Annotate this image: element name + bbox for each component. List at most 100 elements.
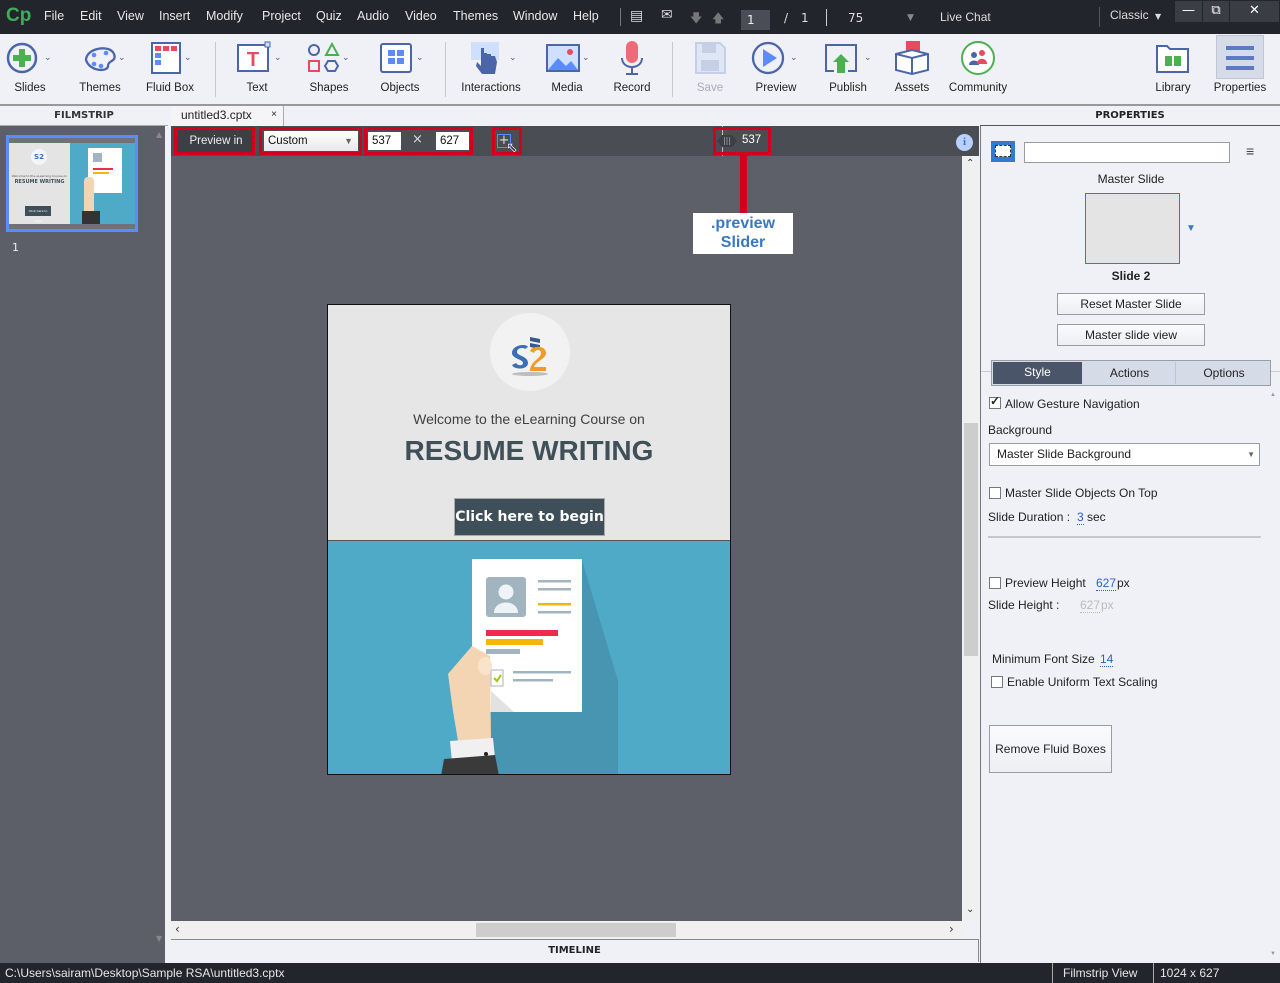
email-icon[interactable]: ✉ <box>661 7 673 23</box>
min-font-size-value[interactable]: 14 <box>1100 652 1114 667</box>
palette-icon <box>84 47 116 72</box>
master-on-top-checkbox[interactable] <box>989 487 1001 499</box>
master-slide-thumbnail[interactable] <box>1085 193 1180 264</box>
remove-fluid-boxes-button[interactable]: Remove Fluid Boxes <box>989 725 1112 773</box>
preview-button[interactable]: ⌄ Preview <box>748 34 804 104</box>
slides-label: Slides <box>14 82 46 94</box>
interactions-button[interactable]: ⌄ Interactions <box>459 34 523 104</box>
background-select[interactable]: Master Slide Background ▼ <box>989 443 1260 466</box>
menu-modify[interactable]: Modify <box>206 9 243 23</box>
library-button[interactable]: Library <box>1150 34 1196 104</box>
vertical-scroll-thumb[interactable] <box>964 423 978 656</box>
menu-file[interactable]: File <box>44 9 64 23</box>
chevron-down-icon: ⌄ <box>44 52 52 62</box>
slide-duration-value[interactable]: 3 <box>1077 510 1084 525</box>
library-icon <box>1156 45 1189 73</box>
reset-master-slide-button[interactable]: Reset Master Slide <box>1057 293 1205 315</box>
minimize-button[interactable]: — <box>1175 1 1202 22</box>
menu-quiz[interactable]: Quiz <box>316 9 342 23</box>
master-slide-dropdown-icon[interactable]: ▼ <box>1186 223 1196 234</box>
workspace-select[interactable]: Classic <box>1110 8 1149 22</box>
interactions-label: Interactions <box>461 82 521 94</box>
s2-logo-icon <box>512 337 548 376</box>
allow-gesture-checkbox[interactable]: ✓ <box>989 394 1001 409</box>
scroll-down-icon[interactable]: ⌄ <box>966 904 974 915</box>
publish-button[interactable]: ⌄ Publish <box>820 34 876 104</box>
document-tab-bar: untitled3.cptx × <box>168 106 980 126</box>
slide-notes-icon[interactable]: ▤ <box>630 8 643 24</box>
total-pages: 1 <box>801 11 809 25</box>
horizontal-scroll-thumb[interactable] <box>476 923 676 937</box>
record-button[interactable]: Record <box>608 34 656 104</box>
tab-style[interactable]: Style <box>993 362 1082 384</box>
scroll-up-icon[interactable]: ▲ <box>1270 392 1276 398</box>
properties-button[interactable]: Properties <box>1210 34 1270 104</box>
restore-button[interactable]: ⧉ <box>1203 1 1229 22</box>
menu-audio[interactable]: Audio <box>357 9 389 23</box>
zoom-dropdown-icon[interactable]: ▼ <box>907 13 914 23</box>
preview-height-value[interactable]: 627 <box>1096 576 1117 591</box>
fluid-box-button[interactable]: ⌄ Fluid Box <box>142 34 198 104</box>
app-logo: Cp <box>6 5 32 26</box>
panel-menu-icon[interactable]: ≡ <box>1246 143 1254 159</box>
timeline-panel-header[interactable]: TIMELINE <box>171 939 979 962</box>
save-button[interactable]: Save <box>688 34 732 104</box>
tab-options[interactable]: Options <box>1178 362 1270 384</box>
master-slide-label: Master Slide <box>1097 172 1165 186</box>
scroll-right-icon[interactable]: › <box>949 922 954 936</box>
objects-button[interactable]: ⌄ Objects <box>372 34 428 104</box>
zoom-select[interactable]: 75 <box>848 11 863 25</box>
menu-project[interactable]: Project <box>262 9 301 23</box>
scroll-up-icon[interactable]: ▲ <box>156 130 162 139</box>
document-tab[interactable]: untitled3.cptx × <box>171 106 284 126</box>
assets-button[interactable]: Assets <box>888 34 936 104</box>
text-label: Text <box>246 82 268 94</box>
file-path: C:\Users\sairam\Desktop\Sample RSA\untit… <box>5 966 285 980</box>
record-label: Record <box>613 82 651 94</box>
live-chat-link[interactable]: Live Chat <box>940 10 991 24</box>
info-icon[interactable]: i <box>956 134 973 151</box>
master-slide-view-button[interactable]: Master slide view <box>1057 324 1205 346</box>
close-tab-icon[interactable]: × <box>271 106 277 124</box>
menu-help[interactable]: Help <box>573 9 599 23</box>
scroll-left-icon[interactable]: ‹ <box>175 922 180 936</box>
themes-button[interactable]: ⌄ Themes <box>72 34 128 104</box>
workspace-dropdown-icon[interactable]: ▼ <box>1155 12 1161 21</box>
menu-window[interactable]: Window <box>513 9 557 23</box>
slides-button[interactable]: ⌄ Slides <box>4 34 56 104</box>
text-button[interactable]: T ⌄ Text <box>230 34 284 104</box>
checkmark-icon: ✓ <box>990 394 1001 408</box>
uniform-scaling-checkbox[interactable] <box>991 676 1003 688</box>
arrow-up-icon[interactable]: 🡅 <box>712 9 724 30</box>
scroll-down-icon[interactable]: ▼ <box>1270 951 1276 957</box>
play-icon <box>751 41 785 75</box>
arrow-down-icon[interactable]: 🡇 <box>690 9 702 30</box>
media-button[interactable]: ⌄ Media <box>540 34 594 104</box>
allow-gesture-label: Allow Gesture Navigation <box>1005 397 1140 411</box>
menu-insert[interactable]: Insert <box>159 9 190 23</box>
menu-bar: Cp File Edit View Insert Modify Project … <box>0 0 1280 34</box>
menu-themes[interactable]: Themes <box>453 9 498 23</box>
preview-height-checkbox[interactable] <box>989 577 1001 589</box>
scroll-up-icon[interactable]: ⌃ <box>966 158 974 169</box>
shapes-button[interactable]: ⌄ Shapes <box>302 34 356 104</box>
scroll-down-icon[interactable]: ▼ <box>156 934 162 943</box>
community-icon <box>961 41 995 75</box>
tab-actions[interactable]: Actions <box>1084 362 1176 384</box>
current-page-input[interactable]: 1 <box>741 10 770 30</box>
begin-button[interactable]: Click here to begin <box>454 498 605 536</box>
vertical-scrollbar[interactable]: ⌃ ⌄ <box>962 156 979 921</box>
chevron-down-icon: ⌄ <box>416 52 424 62</box>
slide-height-unit: px <box>1101 598 1114 612</box>
menu-view[interactable]: View <box>117 9 144 23</box>
slide-name-input[interactable] <box>1024 142 1230 163</box>
slide-header-section: Welcome to the eLearning Course on RESUM… <box>328 305 730 541</box>
community-button[interactable]: Community <box>946 34 1010 104</box>
close-button[interactable]: ✕ <box>1230 1 1279 22</box>
slide-canvas[interactable]: Welcome to the eLearning Course on RESUM… <box>327 304 731 775</box>
menu-edit[interactable]: Edit <box>80 9 102 23</box>
annotation-line-2: Slider <box>720 234 766 251</box>
slide-thumbnail[interactable]: S2 Welcome to the eLearning Course on RE… <box>6 135 138 232</box>
menu-video[interactable]: Video <box>405 9 437 23</box>
horizontal-scrollbar[interactable]: ‹ › <box>171 921 962 939</box>
